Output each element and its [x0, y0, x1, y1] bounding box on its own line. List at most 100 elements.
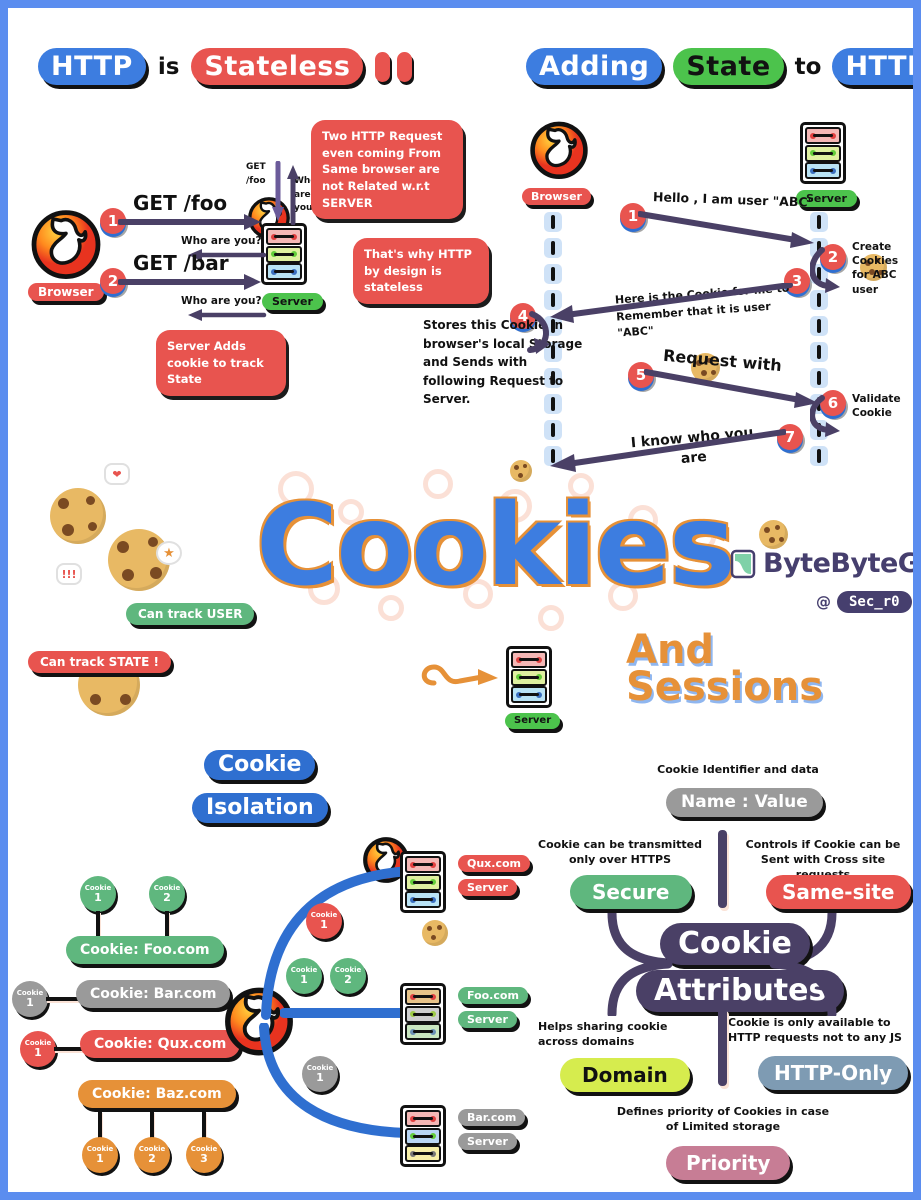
bubble-two-requests: Two HTTP Request even coming From Same b… — [311, 120, 463, 220]
attr-note-secure: Cookie can be transmitted only over HTTP… — [538, 838, 702, 866]
cookie-badge: Cookie 1 — [286, 958, 322, 994]
cookie-face-icon — [50, 488, 106, 544]
server-rack-icon — [400, 1105, 446, 1167]
cookie-badge-number: 1 — [320, 917, 328, 931]
page-title: Cookies — [256, 481, 736, 611]
cookie-badge: Cookie 1 — [80, 876, 116, 912]
cookie-badge-number: 1 — [316, 1070, 324, 1084]
browser-label: Browser — [28, 283, 104, 301]
attr-pill-httponly: HTTP-Only — [758, 1056, 909, 1090]
header-state-pill: State — [673, 48, 784, 85]
cookie-badge-number: 1 — [94, 890, 102, 904]
cookie-badge: Cookie 1 — [20, 1031, 56, 1067]
attr-note-httponly: Cookie is only available to HTTP request… — [728, 1016, 902, 1044]
arrow-loop-server-validate — [810, 395, 840, 437]
browser-firefox-icon — [526, 116, 913, 182]
server-rack-icon — [506, 646, 552, 708]
connector-line — [46, 997, 80, 1001]
infographic-page: HTTP is Stateless Adding State to HTTP B… — [8, 8, 913, 1192]
response-2-label: Who are you? — [181, 295, 262, 307]
attr-connector-httponly — [769, 959, 837, 1016]
arrow-loop-browser-store — [527, 311, 550, 354]
cookie-badge-number: 1 — [300, 972, 308, 986]
state-sequence-diagram: Browser Server 1 Hello , I am user "ABC" — [423, 108, 913, 549]
cookie-badge-number: 1 — [34, 1045, 42, 1059]
header-stateless: HTTP is Stateless — [38, 48, 413, 85]
arrow-down-get — [272, 161, 284, 221]
cookie-badge: Cookie 1 — [306, 903, 342, 939]
cookie-badge: Cookie 2 — [330, 958, 366, 994]
handle-text: Sec_r0 — [837, 591, 912, 613]
heart-bubble-icon: ❤ — [104, 463, 130, 485]
attr-note-name-value: Cookie Identifier and data — [657, 763, 819, 776]
cookie-attributes-section: Cookie Identifier and data Name : Value … — [528, 758, 913, 1180]
cookie-badge: Cookie 2 — [149, 876, 185, 912]
cookie-badge: Cookie 1 — [302, 1056, 338, 1092]
header-is-label: is — [157, 53, 180, 80]
cookie-badge-number: 2 — [148, 1151, 156, 1165]
domain-pill-bar: Cookie: Bar.com — [76, 980, 231, 1008]
browser-label: Browser — [522, 188, 591, 205]
arrow-response-2 — [188, 309, 267, 321]
cookie-badge: Cookie 3 — [186, 1137, 222, 1173]
center-title-block: ❤ ★ !!! Can track USER Can track STATE !… — [8, 463, 913, 946]
step-6-label: Validate Cookie — [852, 393, 901, 420]
bytebytego-mark-icon — [730, 549, 756, 578]
attr-connector-bottom — [718, 1008, 727, 1086]
server-label: Server — [505, 713, 561, 729]
subtitle-line-2: Sessions — [626, 664, 824, 710]
server-label: Server — [262, 293, 323, 310]
attr-note-domain: Helps sharing cookie across domains — [538, 1020, 668, 1048]
arrow-up-who — [287, 165, 299, 225]
star-bubble-icon: ★ — [156, 541, 182, 565]
server-rack-icon — [400, 851, 446, 913]
bubble-server-adds-cookie: Server Adds cookie to track State — [156, 330, 286, 397]
header-adding-state: Adding State to HTTP — [526, 48, 913, 85]
header-exclaim-left — [375, 51, 413, 82]
cookie-badge-number: 1 — [26, 995, 34, 1009]
domain-pill-qux: Cookie: Qux.com — [80, 1030, 241, 1058]
arrow-request-2 — [118, 274, 261, 290]
attr-pill-secure: Secure — [570, 875, 692, 909]
server-label-foo: Server — [458, 1011, 517, 1028]
server-domain-bar: Bar.com — [458, 1109, 526, 1126]
arrow-request-1 — [118, 214, 261, 230]
cookie-isolation-section: Cookie Isolation Cookie 1 Cookie 2 Cooki… — [8, 743, 530, 1173]
can-track-user-pill: Can track USER — [126, 603, 255, 625]
brand-name: ByteByteGo — [763, 548, 913, 579]
header-stateless-pill: Stateless — [191, 48, 364, 85]
arrow-cookie-to-server — [421, 664, 498, 686]
server-label-qux: Server — [458, 879, 517, 896]
isolation-title-line1: Cookie — [204, 750, 316, 780]
cookie-badge: Cookie 1 — [12, 981, 48, 1017]
attr-note-priority: Defines priority of Cookies in case of L… — [616, 1105, 830, 1133]
cookie-badge: Cookie 1 — [82, 1137, 118, 1173]
arrow-step-3 — [550, 283, 793, 323]
attr-pill-name-value: Name : Value — [666, 788, 823, 817]
isolation-title-line2: Isolation — [192, 793, 328, 823]
arrow-step-1 — [638, 211, 814, 248]
attr-pill-priority: Priority — [666, 1146, 791, 1180]
arrow-loop-server-create — [810, 247, 840, 293]
stateless-diagram: Browser Server 1 GET /foo Who are you? 2… — [8, 113, 489, 397]
cookie-badge-number: 3 — [200, 1151, 208, 1165]
attr-connector-top — [718, 830, 727, 908]
request-2-label: GET /bar — [133, 251, 229, 275]
header-adding-pill: Adding — [526, 48, 663, 85]
header-http-pill: HTTP — [38, 48, 146, 85]
exclaim-bubble-icon: !!! — [56, 563, 82, 585]
server-label-bar: Server — [458, 1133, 517, 1150]
top-get-label: GET /foo — [246, 162, 266, 186]
response-1-label: Who are you? — [181, 235, 262, 247]
arrow-step-5 — [644, 369, 818, 408]
domain-pill-baz: Cookie: Baz.com — [78, 1080, 236, 1108]
attr-connector-domain — [607, 959, 673, 1016]
at-icon: @ — [816, 593, 831, 611]
server-domain-qux: Qux.com — [458, 855, 530, 872]
social-handle[interactable]: @ Sec_r0 — [816, 591, 912, 613]
step-2-label: Create Cookies for ABC user — [852, 241, 899, 296]
cookie-badge: Cookie 2 — [134, 1137, 170, 1173]
exclaim-mark-icon — [397, 51, 413, 82]
can-track-state-pill: Can track STATE ! — [28, 651, 171, 673]
domain-pill-foo: Cookie: Foo.com — [66, 936, 224, 964]
